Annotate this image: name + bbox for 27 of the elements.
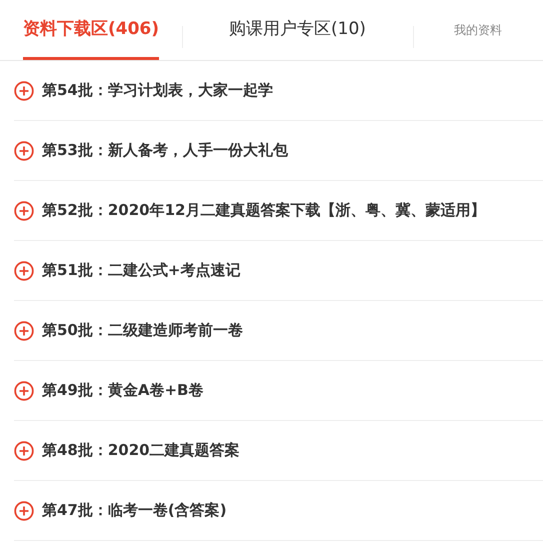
- tab[interactable]: 购课用户专区(10): [229, 0, 366, 60]
- tab[interactable]: 我的资料: [454, 0, 502, 60]
- list-item[interactable]: 第47批：临考一卷(含答案): [14, 481, 543, 541]
- item-title: 第50批：二级建造师考前一卷: [42, 320, 243, 342]
- tab[interactable]: 资料下载区(406): [22, 0, 160, 60]
- item-title: 第52批：2020年12月二建真题答案下载【浙、粤、冀、蒙适用】: [42, 200, 486, 222]
- list-item[interactable]: 第48批：2020二建真题答案: [14, 421, 543, 481]
- plus-circle-icon: [14, 440, 34, 460]
- item-title: 第47批：临考一卷(含答案): [42, 500, 227, 522]
- plus-circle-icon: [14, 500, 34, 520]
- list-item[interactable]: 第53批：新人备考，人手一份大礼包: [14, 121, 543, 181]
- item-title: 第53批：新人备考，人手一份大礼包: [42, 140, 288, 162]
- plus-circle-icon: [14, 200, 34, 220]
- item-title: 第51批：二建公式+考点速记: [42, 260, 240, 282]
- plus-circle-icon: [14, 320, 34, 340]
- plus-circle-icon: [14, 380, 34, 400]
- plus-circle-icon: [14, 140, 34, 160]
- list-item[interactable]: 第50批：二级建造师考前一卷: [14, 301, 543, 361]
- item-title: 第54批：学习计划表，大家一起学: [42, 80, 273, 102]
- list-item[interactable]: 第49批：黄金A卷+B卷: [14, 361, 543, 421]
- item-title: 第49批：黄金A卷+B卷: [42, 380, 204, 402]
- list-item[interactable]: 第52批：2020年12月二建真题答案下载【浙、粤、冀、蒙适用】: [14, 181, 543, 241]
- list-item[interactable]: 第54批：学习计划表，大家一起学: [14, 61, 543, 121]
- plus-circle-icon: [14, 260, 34, 280]
- item-title: 第48批：2020二建真题答案: [42, 440, 240, 462]
- list-item[interactable]: 第51批：二建公式+考点速记: [14, 241, 543, 301]
- plus-circle-icon: [14, 80, 34, 100]
